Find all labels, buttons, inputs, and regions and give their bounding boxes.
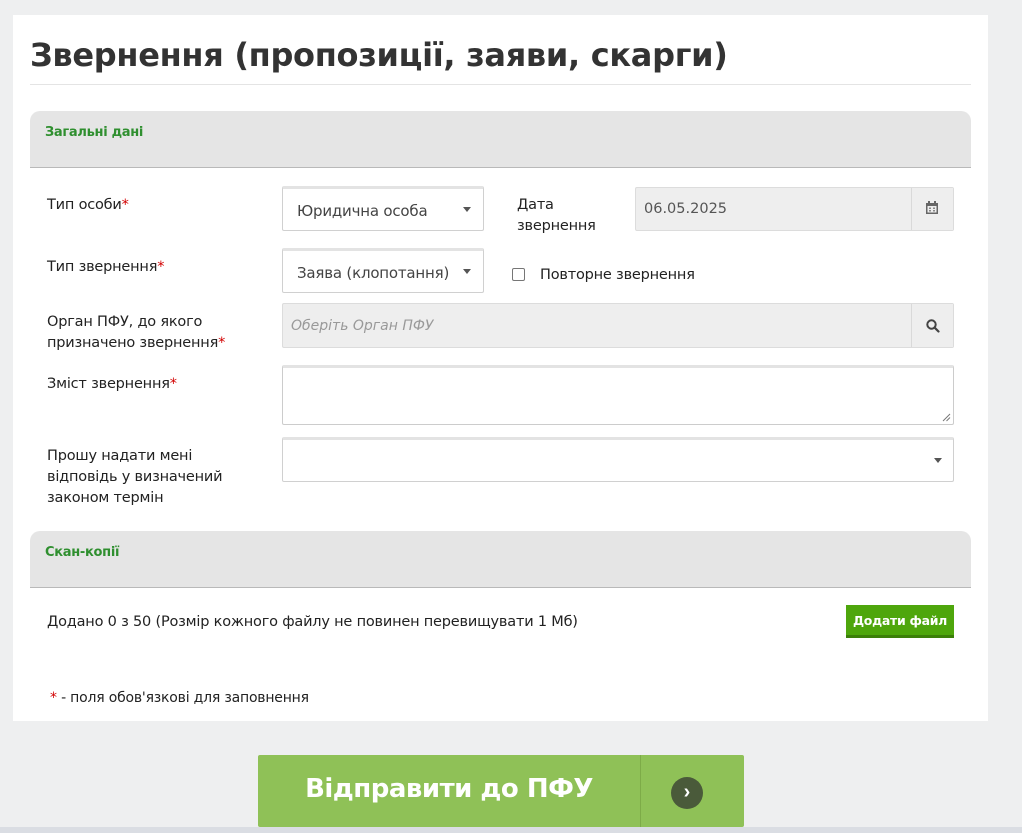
add-file-button[interactable]: Додати файл bbox=[846, 605, 954, 638]
organ-placeholder: Оберіть Орган ПФУ bbox=[291, 318, 434, 334]
person-type-value: Юридична особа bbox=[297, 202, 428, 220]
content-textarea[interactable] bbox=[282, 365, 954, 425]
submit-button[interactable]: Відправити до ПФУ › bbox=[258, 755, 744, 827]
date-value: 06.05.2025 bbox=[644, 201, 728, 217]
organ-label: Орган ПФУ, до якого призначено звернення* bbox=[47, 314, 226, 351]
title-divider bbox=[30, 84, 971, 85]
section-scans-header[interactable]: Скан-копії bbox=[30, 531, 971, 588]
bottom-scrollbar[interactable] bbox=[0, 827, 1022, 833]
chevron-down-icon bbox=[934, 458, 942, 463]
repeat-appeal-label[interactable]: Повторне звернення bbox=[540, 265, 695, 286]
appeal-type-label: Тип звернення* bbox=[47, 259, 165, 275]
section-general-title: Загальні дані bbox=[45, 125, 144, 140]
person-type-select[interactable]: Юридична особа bbox=[282, 186, 484, 231]
section-general-header[interactable]: Загальні дані bbox=[30, 111, 971, 168]
page-title: Звернення (пропозиції, заяви, скарги) bbox=[30, 36, 728, 74]
calendar-icon bbox=[926, 201, 938, 214]
content-label: Зміст звернення* bbox=[47, 376, 177, 392]
organ-search-field[interactable]: Оберіть Орган ПФУ bbox=[282, 303, 954, 348]
date-label: Дата звернення bbox=[517, 197, 596, 234]
submit-label: Відправити до ПФУ bbox=[305, 774, 593, 804]
arrow-right-icon: › bbox=[671, 777, 703, 809]
response-label: Прошу надати мені відповідь у визначений з… bbox=[47, 448, 223, 506]
resize-handle-icon[interactable] bbox=[942, 413, 951, 422]
section-scans-title: Скан-копії bbox=[45, 545, 120, 560]
chevron-down-icon bbox=[463, 269, 471, 274]
files-count-text: Додано 0 з 50 (Розмір кожного файлу не п… bbox=[47, 614, 578, 630]
search-icon bbox=[926, 319, 940, 333]
submit-divider bbox=[640, 755, 641, 827]
chevron-down-icon bbox=[463, 207, 471, 212]
calendar-button[interactable] bbox=[911, 188, 953, 230]
date-field[interactable]: 06.05.2025 bbox=[635, 187, 954, 231]
appeal-type-select[interactable]: Заява (клопотання) bbox=[282, 248, 484, 293]
repeat-appeal-checkbox[interactable] bbox=[512, 268, 525, 281]
organ-search-button[interactable] bbox=[911, 304, 953, 347]
person-type-label: Тип особи* bbox=[47, 197, 129, 213]
appeal-type-value: Заява (клопотання) bbox=[297, 264, 450, 282]
response-select[interactable] bbox=[282, 437, 954, 482]
required-footnote: * - поля обов'язкові для заповнення bbox=[50, 690, 309, 706]
